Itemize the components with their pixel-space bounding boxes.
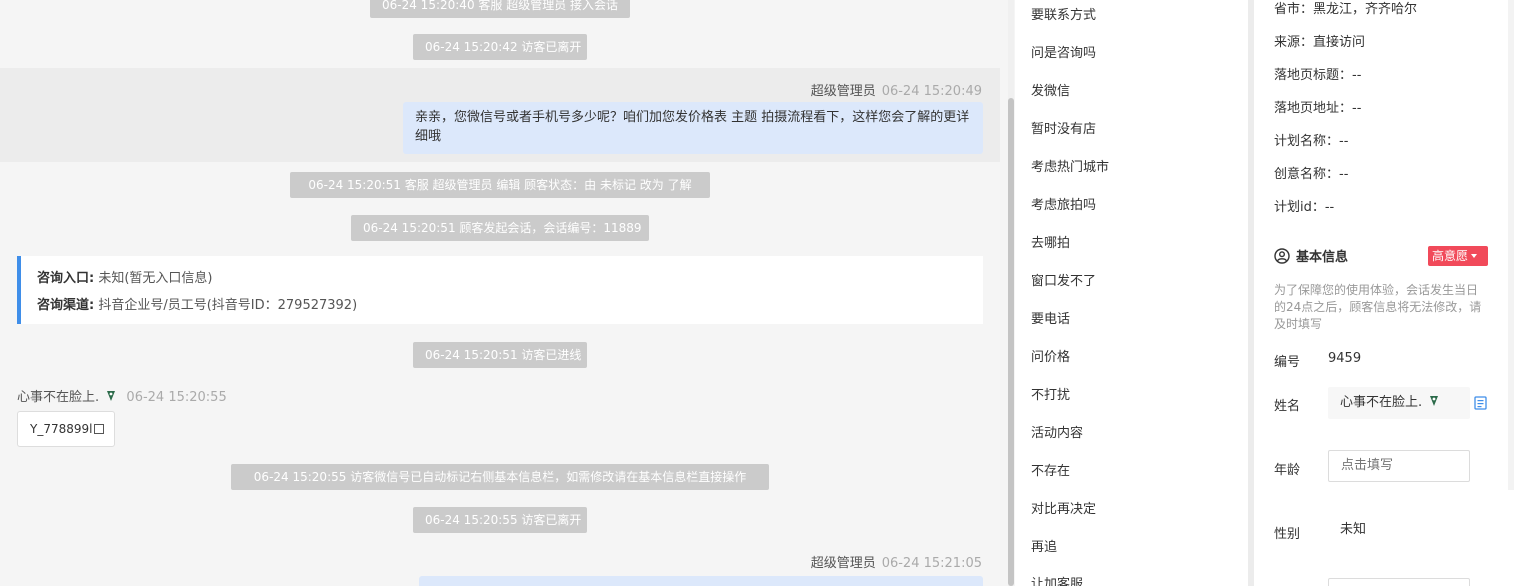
- system-notice-left: 06-24 15:20:55 访客已离开: [413, 507, 587, 533]
- age-input[interactable]: [1328, 450, 1470, 482]
- landing-title-row: 落地页标题：--: [1274, 68, 1362, 83]
- gender-select[interactable]: 未知: [1328, 514, 1470, 546]
- tag-item[interactable]: 问价格: [1031, 346, 1070, 365]
- entry-value: 未知(暂无入口信息): [98, 271, 213, 286]
- system-notice-status-edit: 06-24 15:20:51 客服 超级管理员 编辑 顾客状态：由 未标记 改为…: [290, 172, 710, 198]
- user-circle-icon: [1274, 248, 1290, 264]
- entry-row: 咨询入口: 未知(暂无入口信息): [37, 265, 967, 292]
- tag-item[interactable]: 要电话: [1031, 308, 1070, 327]
- landing-url-row: 落地页地址：--: [1274, 101, 1362, 116]
- chat-panel: 06-24 15:20:40 客服 超级管理员 接入会话 06-24 15:20…: [0, 0, 1000, 586]
- id-label: 编号: [1274, 355, 1301, 370]
- gender-value: 未知: [1340, 522, 1367, 537]
- document-copy-icon[interactable]: [1474, 396, 1487, 410]
- tag-item[interactable]: 不打扰: [1031, 384, 1070, 403]
- copy-icon[interactable]: [94, 424, 105, 434]
- system-notice-left: 06-24 15:20:42 访客已离开: [413, 34, 587, 60]
- tag-item[interactable]: 再追: [1031, 536, 1057, 555]
- agent-message-bubble: 亲亲，您微信号或者手机号多少呢？咱们加您发价格表 主题 拍摄流程看下，这样您会了…: [403, 102, 983, 154]
- channel-row: 咨询渠道: 抖音企业号/员工号(抖音号ID：279527392): [37, 292, 967, 319]
- system-notice-join: 06-24 15:20:40 客服 超级管理员 接入会话: [370, 0, 631, 18]
- tag-item[interactable]: 考虑旅拍吗: [1031, 194, 1096, 213]
- system-notice-session: 06-24 15:20:51 顾客发起会话，会话编号：11889: [351, 215, 649, 241]
- info-scrollbar[interactable]: [1508, 0, 1514, 490]
- agent-message-meta: 超级管理员 06-24 15:20:49: [811, 80, 982, 99]
- id-value: 9459: [1328, 351, 1362, 366]
- system-notice-enter: 06-24 15:20:51 访客已进线: [413, 342, 587, 368]
- tag-item[interactable]: 活动内容: [1031, 422, 1083, 441]
- tag-item[interactable]: 对比再决定: [1031, 498, 1096, 517]
- customer-info-panel: 省市：黑龙江，齐齐哈尔 来源：直接访问 落地页标题：-- 落地页地址：-- 计划…: [1254, 0, 1520, 586]
- basic-info-title: 基本信息: [1296, 250, 1349, 265]
- chat-scrollbar-thumb[interactable]: [1008, 98, 1014, 586]
- tag-item[interactable]: 不存在: [1031, 460, 1070, 479]
- quick-tag-list: 要联系方式 问是咨询吗 发微信 暂时没有店 考虑热门城市 考虑旅拍吗 去哪拍 窗…: [1015, 0, 1248, 586]
- agent-message-row: 超级管理员 06-24 15:20:49 亲亲，您微信号或者手机号多少呢？咱们加您…: [0, 68, 1000, 162]
- name-field[interactable]: 心事不在脸上.: [1328, 387, 1470, 419]
- system-notice-wechat: 06-24 15:20:55 访客微信号已自动标记右侧基本信息栏，如需修改请在基…: [231, 464, 769, 490]
- caret-down-icon: [1471, 254, 1478, 258]
- tag-item[interactable]: 窗口发不了: [1031, 270, 1096, 289]
- province-row: 省市：黑龙江，齐齐哈尔: [1274, 2, 1418, 17]
- entry-label: 咨询入口:: [37, 271, 95, 286]
- plan-id-row: 计划id：--: [1274, 200, 1335, 215]
- name-value: 心事不在脸上.: [1340, 395, 1423, 410]
- agent-name: 超级管理员: [810, 556, 876, 571]
- tag-item[interactable]: 让加客服: [1031, 573, 1083, 586]
- tag-item[interactable]: 要联系方式: [1031, 4, 1096, 23]
- channel-label: 咨询渠道:: [37, 298, 95, 313]
- visitor-avatar-icon: [1430, 396, 1439, 406]
- tag-item[interactable]: 暂时没有店: [1031, 118, 1096, 137]
- name-label: 姓名: [1274, 399, 1301, 414]
- tag-item[interactable]: 考虑热门城市: [1031, 156, 1109, 175]
- edit-notice: 为了保障您的使用体验，会话发生当日的24点之后，顾客信息将无法修改，请及时填写: [1274, 283, 1482, 331]
- visitor-message-time: 06-24 15:20:55: [126, 390, 227, 405]
- tag-item[interactable]: 发微信: [1031, 80, 1070, 99]
- gender-label: 性别: [1274, 527, 1301, 542]
- agent-message-time: 06-24 15:21:05: [881, 556, 982, 571]
- creative-name-row: 创意名称：--: [1274, 167, 1349, 182]
- plan-name-row: 计划名称：--: [1274, 134, 1349, 149]
- visitor-name: 心事不在脸上.: [17, 390, 100, 405]
- visitor-avatar-icon: [107, 391, 116, 401]
- agent-message-bubble: [419, 576, 983, 586]
- next-field[interactable]: [1328, 578, 1470, 586]
- intent-dropdown[interactable]: 高意愿: [1428, 246, 1488, 266]
- age-label: 年龄: [1274, 463, 1301, 478]
- tag-item[interactable]: 问是咨询吗: [1031, 42, 1096, 61]
- visitor-message-meta: 心事不在脸上. 06-24 15:20:55: [17, 386, 227, 405]
- tag-item[interactable]: 去哪拍: [1031, 232, 1070, 251]
- agent-name: 超级管理员: [810, 84, 876, 99]
- visitor-message-text: Y_778899l: [30, 422, 93, 436]
- agent-message-meta: 超级管理员 06-24 15:21:05: [811, 552, 982, 571]
- visitor-message-bubble: Y_778899l: [17, 411, 115, 447]
- intent-label: 高意愿: [1432, 249, 1469, 263]
- entry-info-card: 咨询入口: 未知(暂无入口信息) 咨询渠道: 抖音企业号/员工号(抖音号ID：2…: [17, 256, 983, 324]
- basic-info-header: 基本信息: [1274, 246, 1348, 265]
- channel-value: 抖音企业号/员工号(抖音号ID：279527392): [98, 298, 358, 313]
- source-row: 来源：直接访问: [1274, 35, 1366, 50]
- agent-message-time: 06-24 15:20:49: [881, 84, 982, 99]
